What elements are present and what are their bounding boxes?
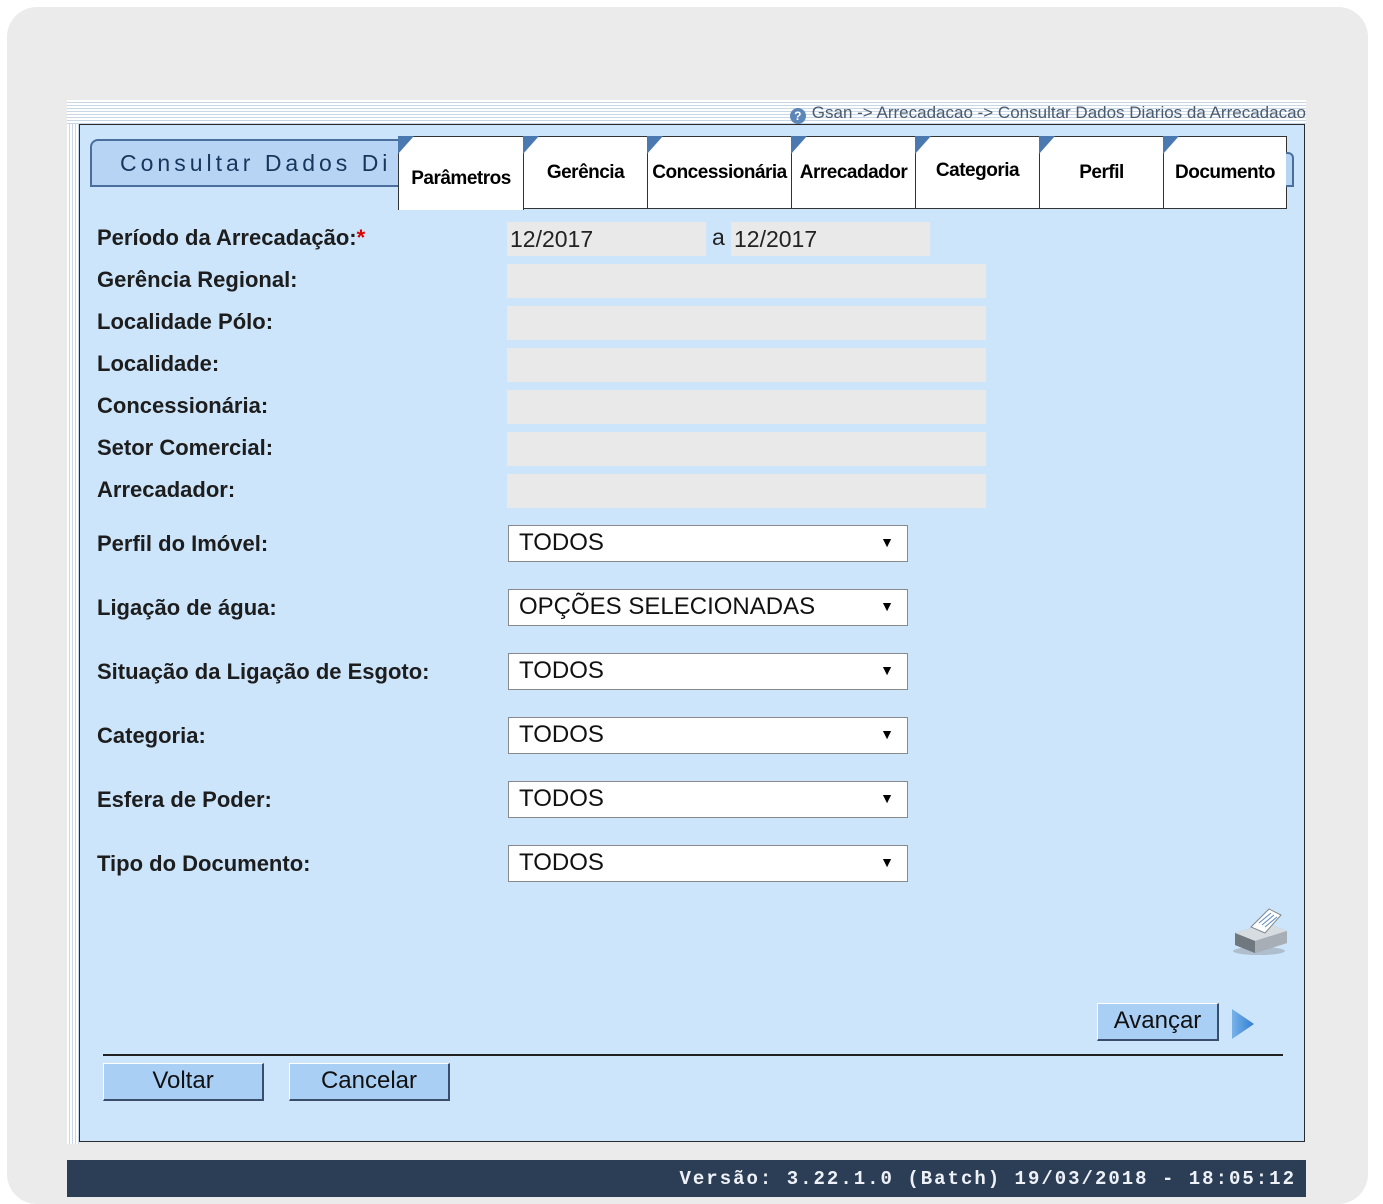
select-value: TODOS [519, 785, 604, 812]
tab-concessionaria[interactable]: Concessionária [647, 136, 792, 209]
ligacao-agua-select[interactable]: OPÇÕES SELECIONADAS ▼ [508, 589, 908, 626]
page-title: Consultar Dados Di [120, 150, 392, 176]
arrow-right-icon[interactable] [1231, 1008, 1255, 1040]
divider [103, 1054, 1283, 1056]
localidade-polo-label: Localidade Pólo: [97, 309, 274, 334]
arrecadador-label: Arrecadador: [97, 477, 236, 502]
voltar-button[interactable]: Voltar [103, 1063, 264, 1101]
breadcrumb-text[interactable]: Gsan -> Arrecadacao -> Consultar Dados D… [812, 103, 1306, 122]
tab-label: Perfil [1079, 161, 1124, 183]
arrecadador-field[interactable] [507, 474, 986, 508]
esgoto-select[interactable]: TODOS ▼ [508, 653, 908, 690]
setor-comercial-field[interactable] [507, 432, 986, 466]
ligacao-agua-label: Ligação de água: [97, 595, 277, 620]
breadcrumb: ? Gsan -> Arrecadacao -> Consultar Dados … [789, 103, 1306, 124]
tab-label: Documento [1175, 161, 1276, 183]
gerencia-field[interactable] [507, 264, 986, 298]
select-value: TODOS [519, 529, 604, 556]
chevron-down-icon: ▼ [880, 854, 894, 870]
select-value: OPÇÕES SELECIONADAS [519, 593, 816, 620]
left-stripes [67, 124, 79, 1144]
tab-label: Arrecadador [799, 161, 908, 183]
perfil-imovel-select[interactable]: TODOS ▼ [508, 525, 908, 562]
version-text: Versão: 3.22.1.0 (Batch) 19/03/2018 - 18… [679, 1168, 1296, 1190]
tab-parametros[interactable]: Parâmetros [398, 136, 524, 210]
concessionaria-label: Concessionária: [97, 393, 269, 418]
tipo-documento-select[interactable]: TODOS ▼ [508, 845, 908, 882]
chevron-down-icon: ▼ [880, 598, 894, 614]
localidade-polo-field[interactable] [507, 306, 986, 340]
chevron-down-icon: ▼ [880, 534, 894, 550]
tab-arrecadador[interactable]: Arrecadador [791, 136, 916, 209]
footer-bar: Versão: 3.22.1.0 (Batch) 19/03/2018 - 18… [67, 1160, 1306, 1197]
help-icon[interactable]: ? [789, 108, 806, 124]
select-value: TODOS [519, 657, 604, 684]
tab-label: Concessionária [652, 161, 787, 183]
esfera-poder-select[interactable]: TODOS ▼ [508, 781, 908, 818]
required-mark: * [356, 225, 366, 250]
periodo-label: Período da Arrecadação:* [97, 225, 366, 250]
chevron-down-icon: ▼ [880, 726, 894, 742]
periodo-fim-field[interactable]: 12/2017 [731, 222, 930, 256]
localidade-field[interactable] [507, 348, 986, 382]
esgoto-label: Situação da Ligação de Esgoto: [97, 659, 430, 684]
concessionaria-field[interactable] [507, 390, 986, 424]
select-value: TODOS [519, 721, 604, 748]
localidade-label: Localidade: [97, 351, 220, 376]
page-title-tab: Consultar Dados Di [90, 139, 410, 187]
tab-categoria[interactable]: Categoria [915, 136, 1040, 209]
categoria-select[interactable]: TODOS ▼ [508, 717, 908, 754]
select-value: TODOS [519, 849, 604, 876]
tab-gerencia[interactable]: Gerência [523, 136, 648, 209]
tab-end-cap [1286, 152, 1294, 187]
tipo-documento-label: Tipo do Documento: [97, 851, 311, 876]
perfil-imovel-label: Perfil do Imóvel: [97, 531, 269, 556]
tab-perfil[interactable]: Perfil [1039, 136, 1164, 209]
chevron-down-icon: ▼ [880, 790, 894, 806]
tab-documento[interactable]: Documento [1163, 136, 1287, 209]
gerencia-label: Gerência Regional: [97, 267, 298, 292]
avancar-button[interactable]: Avançar [1097, 1003, 1219, 1041]
tab-label: Gerência [546, 161, 625, 183]
chevron-down-icon: ▼ [880, 662, 894, 678]
printer-icon[interactable] [1229, 905, 1291, 957]
periodo-inicio-field[interactable]: 12/2017 [507, 222, 706, 256]
esfera-poder-label: Esfera de Poder: [97, 787, 272, 812]
categoria-label: Categoria: [97, 723, 206, 748]
cancelar-button[interactable]: Cancelar [289, 1063, 450, 1101]
tab-label: Parâmetros [411, 167, 511, 189]
periodo-separator: a [712, 224, 725, 250]
setor-comercial-label: Setor Comercial: [97, 435, 274, 460]
tab-label: Categoria [935, 159, 1020, 181]
